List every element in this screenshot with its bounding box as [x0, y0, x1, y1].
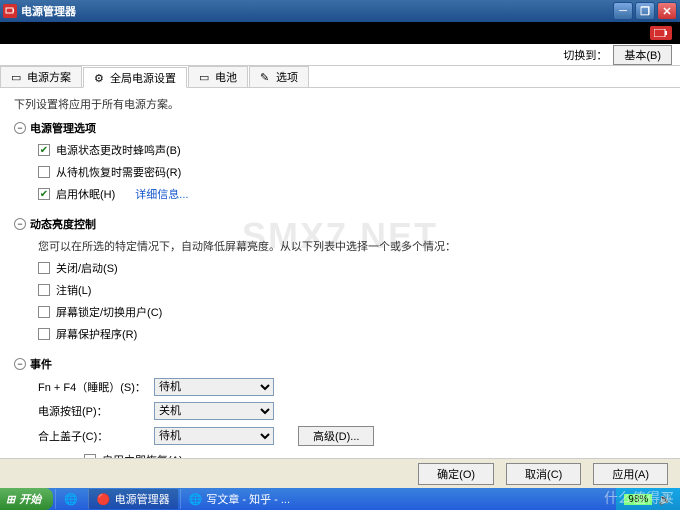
minimize-button[interactable]: ─ — [613, 2, 633, 20]
start-button[interactable]: ⊞开始 — [0, 488, 53, 510]
select-power-btn[interactable]: 关机 — [154, 402, 274, 420]
collapse-icon: − — [14, 358, 26, 370]
tab-bar: ▭电源方案 ⚙全局电源设置 ▭电池 ✎选项 — [0, 66, 680, 88]
checkbox-hibernate[interactable]: ✔ — [38, 188, 50, 200]
dialog-footer: 确定(O) 取消(C) 应用(A) — [0, 458, 680, 488]
brightness-desc: 您可以在所选的特定情况下，自动降低屏幕亮度。从以下列表中选择一个或多个情况： — [38, 238, 666, 254]
label-fn-f4: Fn + F4（睡眠）(S)： — [38, 379, 148, 395]
close-button[interactable]: ✕ — [657, 2, 677, 20]
description: 下列设置将应用于所有电源方案。 — [14, 96, 666, 112]
label-lid: 合上盖子(C)： — [38, 428, 148, 444]
battery-percent: 98% — [624, 494, 652, 505]
section-toggle-brightness[interactable]: −动态亮度控制 — [14, 216, 666, 232]
section-power-options: −电源管理选项 ✔电源状态更改时蜂鸣声(B) 从待机恢复时需要密码(R) ✔启用… — [14, 120, 666, 202]
tab-global-settings[interactable]: ⚙全局电源设置 — [83, 67, 187, 88]
options-icon: ✎ — [260, 71, 272, 83]
checkbox-lock[interactable] — [38, 306, 50, 318]
switch-label: 切换到： — [563, 47, 607, 63]
apply-button[interactable]: 应用(A) — [593, 463, 668, 485]
tray-icons: 🔊 — [658, 493, 672, 506]
section-brightness: −动态亮度控制 您可以在所选的特定情况下，自动降低屏幕亮度。从以下列表中选择一个… — [14, 216, 666, 342]
taskbar: ⊞开始 🌐 🔴电源管理器 🌐写文章 - 知乎 - ... 98% 🔊 什么值得买 — [0, 488, 680, 510]
content-area: SMX7.NET 下列设置将应用于所有电源方案。 −电源管理选项 ✔电源状态更改… — [0, 88, 680, 458]
select-fn-f4[interactable]: 待机 — [154, 378, 274, 396]
tab-power-plan[interactable]: ▭电源方案 — [0, 66, 82, 87]
plan-icon: ▭ — [11, 71, 23, 83]
checkbox-logoff[interactable] — [38, 284, 50, 296]
checkbox-shutdown[interactable] — [38, 262, 50, 274]
cancel-button[interactable]: 取消(C) — [506, 463, 581, 485]
section-events: −事件 Fn + F4（睡眠）(S)： 待机 电源按钮(P)： 关机 合上盖子(C)… — [14, 356, 666, 458]
checkbox-screensaver[interactable] — [38, 328, 50, 340]
app-icon — [3, 4, 17, 18]
battery-tab-icon: ▭ — [199, 71, 211, 83]
window-title: 电源管理器 — [21, 3, 613, 19]
system-tray[interactable]: 98% 🔊 — [616, 488, 680, 510]
quicklaunch[interactable]: 🌐 — [55, 489, 86, 509]
ok-button[interactable]: 确定(O) — [418, 463, 494, 485]
checkbox-beep[interactable]: ✔ — [38, 144, 50, 156]
browser-icon: 🌐 — [189, 493, 203, 506]
checkbox-instant-resume[interactable] — [84, 454, 96, 458]
maximize-button[interactable]: ❐ — [635, 2, 655, 20]
brand-bar — [0, 22, 680, 44]
switch-row: 切换到： 基本(B) — [0, 44, 680, 66]
gear-icon: ⚙ — [94, 72, 106, 84]
section-toggle-power[interactable]: −电源管理选项 — [14, 120, 666, 136]
battery-icon — [650, 26, 672, 40]
windows-icon: ⊞ — [6, 493, 15, 506]
window-titlebar: 电源管理器 ─ ❐ ✕ — [0, 0, 680, 22]
taskbar-item-zhihu[interactable]: 🌐写文章 - 知乎 - ... — [180, 489, 298, 509]
label-power-btn: 电源按钮(P)： — [38, 403, 148, 419]
tab-battery[interactable]: ▭电池 — [188, 66, 248, 87]
collapse-icon: − — [14, 218, 26, 230]
tab-options[interactable]: ✎选项 — [249, 66, 309, 87]
details-link[interactable]: 详细信息... — [135, 186, 188, 202]
switch-basic-button[interactable]: 基本(B) — [613, 45, 672, 65]
select-lid[interactable]: 待机 — [154, 427, 274, 445]
checkbox-password[interactable] — [38, 166, 50, 178]
collapse-icon: − — [14, 122, 26, 134]
taskbar-item-power[interactable]: 🔴电源管理器 — [88, 489, 178, 509]
advanced-button[interactable]: 高级(D)... — [298, 426, 374, 446]
app-icon-small: 🔴 — [97, 493, 111, 506]
section-toggle-events[interactable]: −事件 — [14, 356, 666, 372]
